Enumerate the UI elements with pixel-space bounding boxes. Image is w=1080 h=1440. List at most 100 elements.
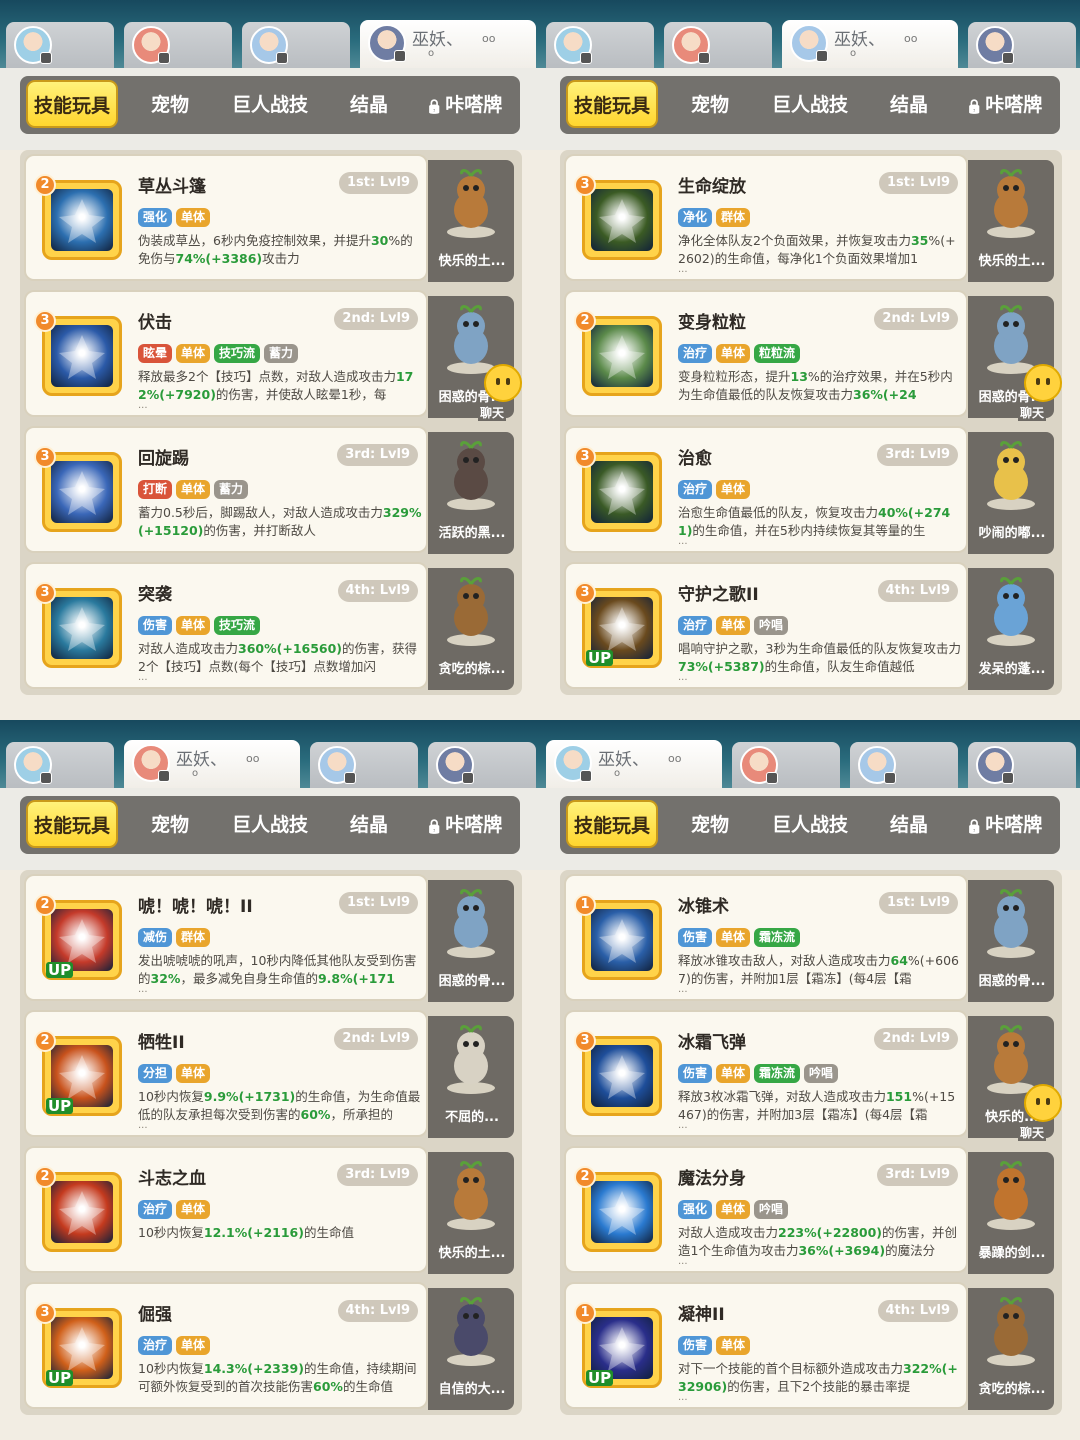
- skill-value: 32%: [150, 971, 181, 986]
- skill-card[interactable]: 2 UP 牺牲II 2nd: Lvl9 分担 单体 10秒内恢复9.9%(+1731)的生命…: [24, 1010, 428, 1137]
- pet-slot[interactable]: 暴躁的剑...: [968, 1152, 1054, 1274]
- skill-card[interactable]: 3 回旋踢 3rd: Lvl9 打断 单体 蓄力 蓄力0.5秒后，脚踢敌人，对敌人造成攻击力…: [24, 426, 428, 553]
- tab-giant-skills[interactable]: 巨人战技: [756, 76, 864, 134]
- tab-pets[interactable]: 宠物: [672, 796, 748, 854]
- skill-card[interactable]: 2 魔法分身 3rd: Lvl9 强化 单体 吟唱 对敌人造成攻击力223%(+22800)…: [564, 1146, 968, 1273]
- skill-icon[interactable]: [582, 452, 662, 532]
- hero-tab-1[interactable]: [6, 742, 114, 788]
- tab-pets[interactable]: 宠物: [132, 796, 208, 854]
- pet-slot[interactable]: 快乐的土...: [428, 160, 514, 282]
- tab-pets[interactable]: 宠物: [672, 76, 748, 134]
- skill-card[interactable]: 1 UP 凝神II 4th: Lvl9 伤害 单体 对下一个技能的首个目标额外造成攻击力32…: [564, 1282, 968, 1409]
- skill-card[interactable]: 3 突袭 4th: Lvl9 伤害 单体 技巧流 对敌人造成攻击力360%(+16560)的…: [24, 562, 428, 689]
- tab-skill-toys[interactable]: 技能玩具: [26, 800, 118, 848]
- tab-skill-toys[interactable]: 技能玩具: [566, 80, 658, 128]
- skill-icon[interactable]: [582, 1036, 662, 1116]
- skill-icon[interactable]: [42, 316, 122, 396]
- skill-description: 对敌人造成攻击力223%(+22800)的伤害，并创造1个生命值为攻击力36%(…: [678, 1224, 962, 1260]
- pet-slot[interactable]: 不屈的...: [428, 1016, 514, 1138]
- skill-icon[interactable]: [582, 900, 662, 980]
- skill-card[interactable]: 2 草丛斗篷 1st: Lvl9 强化 单体 伪装成草丛，6秒内免疫控制效果，并提升30%…: [24, 154, 428, 281]
- hero-tab-4[interactable]: [968, 22, 1076, 68]
- skill-card[interactable]: 3 治愈 3rd: Lvl9 治疗 单体 治愈生命值最低的队友，恢复攻击力40%(+274…: [564, 426, 968, 553]
- pet-slot[interactable]: 困惑的骨...: [428, 880, 514, 1002]
- tab-click-cards[interactable]: 🔒 咔嗒牌: [952, 796, 1056, 854]
- skill-value: 35: [910, 233, 929, 248]
- pet-slot[interactable]: 发呆的蓬...: [968, 568, 1054, 690]
- skill-card[interactable]: 2 变身粒粒 2nd: Lvl9 治疗 单体 粒粒流 变身粒粒形态，提升13%的治疗效果，并…: [564, 290, 968, 417]
- skill-description: 10秒内恢复14.3%(+2339)的生命值，持续期间可额外恢复受到的首次技能伤…: [138, 1360, 422, 1396]
- pet-figure-icon: [440, 166, 502, 238]
- tab-click-cards[interactable]: 🔒 咔嗒牌: [952, 76, 1056, 134]
- hero-tab-4[interactable]: [428, 742, 536, 788]
- hero-tab-3[interactable]: 巫妖、 oo o: [782, 20, 958, 68]
- skill-level-badge: 3: [574, 582, 596, 604]
- hero-tab-2[interactable]: [664, 22, 772, 68]
- chat-button[interactable]: 聊天: [470, 364, 524, 424]
- hero-tab-1[interactable]: [6, 22, 114, 68]
- pet-slot[interactable]: 自信的大...: [428, 1288, 514, 1410]
- hero-badge-icon: [766, 772, 778, 784]
- pet-slot[interactable]: 吵闹的嘟...: [968, 432, 1054, 554]
- skill-card[interactable]: 3 UP 倔强 4th: Lvl9 治疗 单体 10秒内恢复14.3%(+2339) 的生命值…: [24, 1282, 428, 1409]
- tab-giant-skills[interactable]: 巨人战技: [216, 76, 324, 134]
- skill-tags: 治疗 单体: [678, 478, 754, 499]
- skill-art-icon: [51, 1181, 113, 1243]
- skill-tag: 强化: [678, 1200, 713, 1219]
- hero-tab-3[interactable]: [242, 22, 350, 68]
- tab-label: 咔嗒牌: [445, 94, 503, 116]
- pet-slot[interactable]: 贪吃的棕...: [968, 1288, 1054, 1410]
- hero-tab-3[interactable]: [310, 742, 418, 788]
- skill-value: 9.9%(+1731): [203, 1089, 296, 1104]
- pet-slot[interactable]: 活跃的黑...: [428, 432, 514, 554]
- hero-tab-1[interactable]: [546, 22, 654, 68]
- skill-icon[interactable]: [582, 1172, 662, 1252]
- skill-icon[interactable]: [42, 452, 122, 532]
- hero-tab-2[interactable]: [124, 22, 232, 68]
- chat-button[interactable]: 聊天: [1010, 364, 1064, 424]
- chat-button[interactable]: 聊天: [1010, 1084, 1064, 1144]
- tab-click-cards[interactable]: 🔒 咔嗒牌: [412, 76, 516, 134]
- hero-tab-3[interactable]: [850, 742, 958, 788]
- tab-giant-skills[interactable]: 巨人战技: [756, 796, 864, 854]
- tab-label: 技能玩具: [573, 95, 650, 117]
- hero-tab-1[interactable]: 巫妖、 oo o: [546, 740, 722, 788]
- skill-tag: 强化: [138, 208, 173, 227]
- skill-card[interactable]: 3 伏击 2nd: Lvl9 眩晕 单体 技巧流 蓄力 释放最多2个【技巧】点数，对敌人造成攻…: [24, 290, 428, 417]
- skill-icon[interactable]: [42, 1172, 122, 1252]
- skill-level-badge: 3: [574, 174, 596, 196]
- tab-crystals[interactable]: 结晶: [336, 796, 402, 854]
- skill-card[interactable]: 1 冰锥术 1st: Lvl9 伤害 单体 霜冻流 释放冰锥攻击敌人，对敌人造成攻击力64%…: [564, 874, 968, 1001]
- hero-tab-2[interactable]: [732, 742, 840, 788]
- hero-tab-bar: 巫妖、 oo o: [0, 0, 540, 68]
- pet-name: 发呆的蓬...: [978, 662, 1046, 677]
- pet-slot[interactable]: 快乐的土...: [968, 160, 1054, 282]
- skill-card[interactable]: 3 生命绽放 1st: Lvl9 净化 群体 净化全体队友2个负面效果，并恢复攻击力35%…: [564, 154, 968, 281]
- skill-icon[interactable]: [42, 180, 122, 260]
- pet-slot[interactable]: 困惑的骨...: [968, 880, 1054, 1002]
- hero-tab-4[interactable]: [968, 742, 1076, 788]
- tab-click-cards[interactable]: 🔒 咔嗒牌: [412, 796, 516, 854]
- skill-card[interactable]: 2 UP 唬！唬！唬！II 1st: Lvl9 减伤 群体 发出唬唬唬的吼声，10秒内降低其…: [24, 874, 428, 1001]
- tab-label: 巨人战技: [771, 814, 848, 836]
- pet-slot[interactable]: 快乐的土...: [428, 1152, 514, 1274]
- tab-crystals[interactable]: 结晶: [876, 796, 942, 854]
- pet-slot[interactable]: 贪吃的棕...: [428, 568, 514, 690]
- tab-skill-toys[interactable]: 技能玩具: [566, 800, 658, 848]
- hero-tab-2[interactable]: 巫妖、 oo o: [124, 740, 300, 788]
- tab-skill-toys[interactable]: 技能玩具: [26, 80, 118, 128]
- tab-pets[interactable]: 宠物: [132, 76, 208, 134]
- skill-card[interactable]: 2 斗志之血 3rd: Lvl9 治疗 单体 10秒内恢复12.1%(+2116)的生命值: [24, 1146, 428, 1273]
- skill-card[interactable]: 3 冰霜飞弹 2nd: Lvl9 伤害 单体 霜冻流 吟唱 释放3枚冰霜飞弹，对敌人造成攻击力…: [564, 1010, 968, 1137]
- skill-card[interactable]: 3 UP 守护之歌II 4th: Lvl9 治疗 单体 吟唱 唱响守护之歌，3秒为生命值最低的…: [564, 562, 968, 689]
- skill-tag: 治疗: [138, 1200, 173, 1219]
- skill-icon[interactable]: [582, 316, 662, 396]
- skill-icon[interactable]: [582, 180, 662, 260]
- skill-row: 3 伏击 2nd: Lvl9 眩晕 单体 技巧流 蓄力 释放最多2个【技巧】点数，对敌人造成攻…: [20, 286, 522, 422]
- tab-crystals[interactable]: 结晶: [876, 76, 942, 134]
- tab-crystals[interactable]: 结晶: [336, 76, 402, 134]
- hero-tab-4[interactable]: 巫妖、 oo o: [360, 20, 536, 68]
- skill-icon[interactable]: [42, 588, 122, 668]
- skill-slot-level: 2nd: Lvl9: [874, 308, 958, 330]
- tab-giant-skills[interactable]: 巨人战技: [216, 796, 324, 854]
